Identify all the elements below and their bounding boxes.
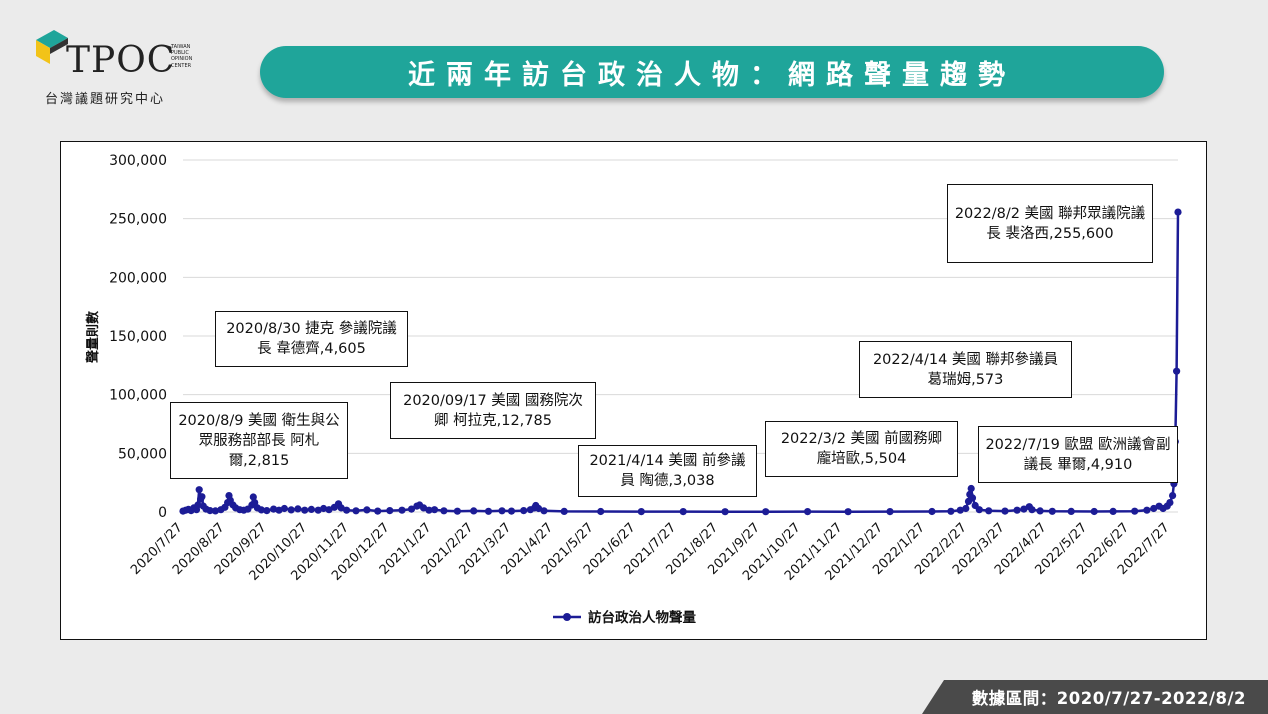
data-point xyxy=(374,507,382,515)
data-point xyxy=(540,507,548,515)
data-point xyxy=(263,507,271,515)
logo-small-text: TAIWAN PUBLIC OPINION CENTER xyxy=(171,44,193,69)
data-point xyxy=(968,494,977,502)
logo-wordmark: TPOC xyxy=(66,40,176,81)
data-point xyxy=(928,507,936,516)
data-point xyxy=(886,508,894,516)
tpoc-logo: TPOC TAIWAN PUBLIC OPINION CENTER 台灣議題研究… xyxy=(32,26,207,107)
data-point xyxy=(1173,367,1181,375)
data-point xyxy=(1166,499,1174,507)
data-point xyxy=(762,508,770,516)
data-point xyxy=(1067,507,1075,515)
data-point xyxy=(520,507,528,515)
data-point xyxy=(1001,507,1009,515)
data-point xyxy=(1013,506,1021,514)
data-point xyxy=(363,506,371,514)
y-tick-label: 250,000 xyxy=(109,212,167,228)
data-point xyxy=(287,506,295,514)
data-point xyxy=(1090,507,1098,516)
y-tick-label: 0 xyxy=(158,505,167,521)
data-point xyxy=(1109,507,1117,515)
data-range-footer: 數據區間：2020/7/27-2022/8/2 xyxy=(922,680,1268,714)
legend-label: 訪台政治人物聲量 xyxy=(588,609,696,626)
data-point xyxy=(560,507,568,515)
data-point xyxy=(985,507,993,515)
title-banner: 近兩年訪台政治人物：網路聲量趨勢 xyxy=(260,46,1164,98)
data-point xyxy=(430,506,439,514)
data-point xyxy=(962,504,970,513)
data-point xyxy=(679,508,687,516)
x-axis-ticks: 2020/7/272020/8/272020/9/272020/10/27202… xyxy=(128,520,1173,584)
data-point xyxy=(294,505,302,513)
logo-subtitle: 台灣議題研究中心 xyxy=(45,92,166,107)
data-point xyxy=(844,508,852,516)
data-point xyxy=(352,507,360,515)
annotation-eu-parliament: 2022/7/19 歐盟 歐洲議會副議長 畢爾,4,910 xyxy=(978,426,1178,483)
data-point xyxy=(1048,507,1056,515)
page-title: 近兩年訪台政治人物：網路聲量趨勢 xyxy=(408,59,1016,91)
annotation-us-hhs: 2020/8/9 美國 衛生與公眾服務部部長 阿札爾,2,815 xyxy=(170,402,348,479)
data-point xyxy=(597,507,605,516)
data-point xyxy=(1131,507,1139,515)
data-point xyxy=(498,507,506,515)
data-point xyxy=(637,508,645,516)
data-point xyxy=(470,507,478,515)
data-point xyxy=(386,507,394,515)
annotation-us-former-senator: 2021/4/14 美國 前參議員 陶德,3,038 xyxy=(578,445,757,497)
data-point xyxy=(947,507,955,515)
annotation-us-senator: 2022/4/14 美國 聯邦參議員 葛瑞姆,573 xyxy=(859,341,1072,398)
data-point xyxy=(453,507,461,515)
data-point xyxy=(301,506,309,514)
y-tick-label: 300,000 xyxy=(109,153,167,169)
data-point xyxy=(804,508,812,516)
data-point xyxy=(967,484,975,493)
data-point xyxy=(1169,492,1177,500)
y-axis-ticks: 0 50,000 100,000 150,000 200,000 250,000 300,0… xyxy=(109,153,167,521)
y-tick-label: 200,000 xyxy=(109,270,167,286)
annotation-us-house-speaker: 2022/8/2 美國 聯邦眾議院議長 裴洛西,255,600 xyxy=(947,184,1153,263)
legend-marker-swatch xyxy=(563,613,571,621)
chart-legend: 訪台政治人物聲量 xyxy=(553,609,696,626)
data-point xyxy=(1036,507,1044,515)
data-point xyxy=(195,486,203,494)
annotation-czech-senate: 2020/8/30 捷克 參議院議長 韋德齊,4,605 xyxy=(215,311,408,367)
data-point xyxy=(440,507,448,515)
chart-panel: 0 50,000 100,000 150,000 200,000 250,000 300,0… xyxy=(60,141,1207,640)
data-point xyxy=(1143,506,1151,514)
data-range-text: 數據區間：2020/7/27-2022/8/2 xyxy=(971,689,1246,708)
annotation-us-state-undersecretary: 2020/09/17 美國 國務院次卿 柯拉克,12,785 xyxy=(390,382,596,439)
annotation-us-former-secretary: 2022/3/2 美國 前國務卿 龐培歐,5,504 xyxy=(765,421,958,477)
data-point xyxy=(307,505,315,513)
data-point xyxy=(280,504,288,513)
y-tick-label: 150,000 xyxy=(109,329,167,345)
data-point xyxy=(343,506,351,514)
data-point xyxy=(507,507,516,515)
data-point xyxy=(398,506,406,514)
y-tick-label: 100,000 xyxy=(109,388,167,404)
data-point xyxy=(975,506,983,514)
y-tick-label: 50,000 xyxy=(118,446,167,462)
data-point xyxy=(484,507,493,515)
data-point xyxy=(721,508,729,516)
data-point xyxy=(198,493,206,501)
y-axis-label: 聲量則數 xyxy=(85,311,101,363)
data-point xyxy=(1028,506,1036,514)
data-point xyxy=(1174,208,1182,216)
